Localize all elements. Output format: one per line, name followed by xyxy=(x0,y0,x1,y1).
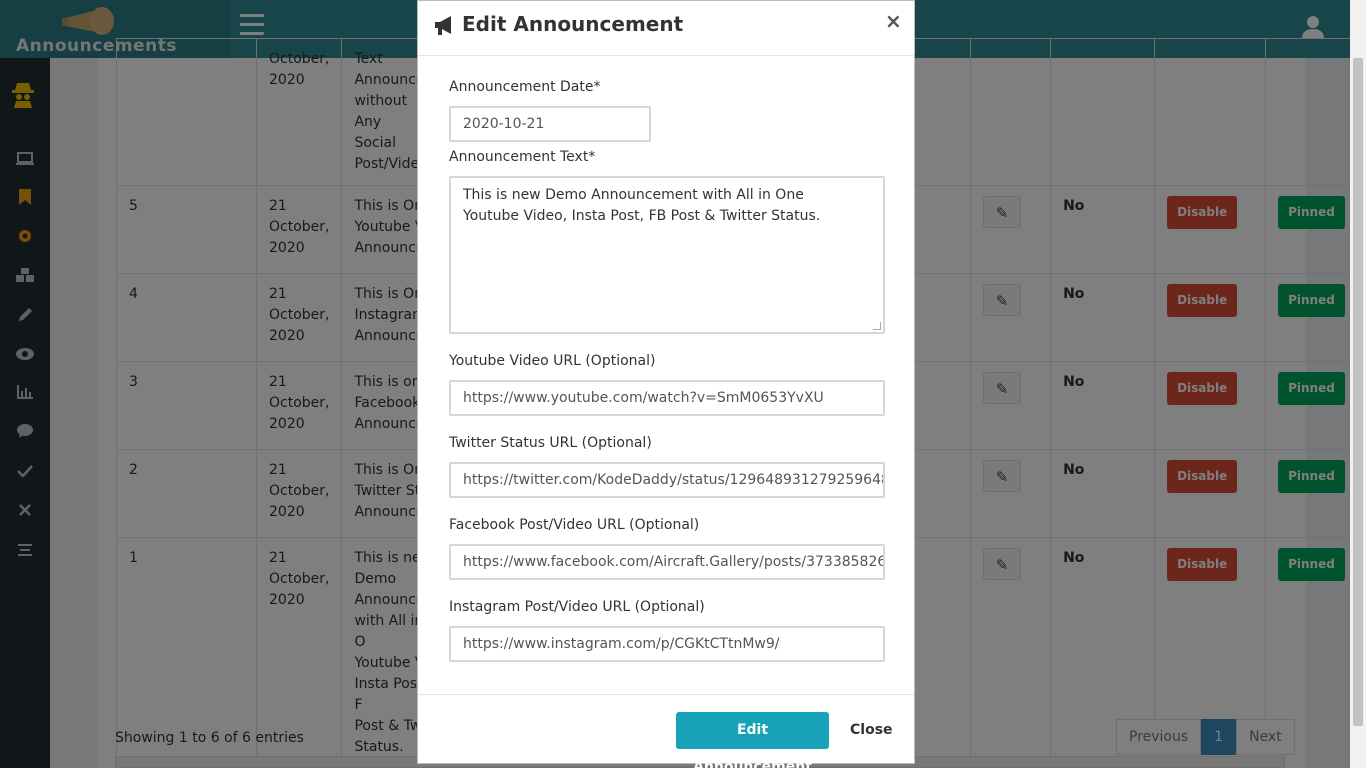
resize-grip-icon[interactable] xyxy=(873,322,881,330)
facebook-url-input[interactable]: https://www.facebook.com/Aircraft.Galler… xyxy=(449,544,885,580)
facebook-label: Facebook Post/Video URL (Optional) xyxy=(449,517,700,533)
edit-announcement-button[interactable]: Edit Announcement xyxy=(676,712,829,768)
modal-footer: Edit Announcement Close xyxy=(418,694,914,768)
text-label: Announcement Text* xyxy=(449,149,596,165)
announcement-date-input[interactable]: 2020-10-21 xyxy=(449,106,651,142)
modal-header: Edit Announcement × xyxy=(418,1,914,56)
bullhorn-icon xyxy=(435,16,451,35)
instagram-url-input[interactable]: https://www.instagram.com/p/CGKtCTtnMw9/ xyxy=(449,626,885,662)
twitter-url-input[interactable]: https://twitter.com/KodeDaddy/status/129… xyxy=(449,462,885,498)
vertical-scrollbar[interactable] xyxy=(1350,0,1366,768)
youtube-label: Youtube Video URL (Optional) xyxy=(449,353,656,369)
date-label: Announcement Date* xyxy=(449,79,601,95)
close-button[interactable]: Close xyxy=(850,722,893,738)
instagram-label: Instagram Post/Video URL (Optional) xyxy=(449,599,705,615)
youtube-url-input[interactable]: https://www.youtube.com/watch?v=SmM0653Y… xyxy=(449,380,885,416)
modal-title: Edit Announcement xyxy=(462,12,684,36)
twitter-label: Twitter Status URL (Optional) xyxy=(449,435,652,451)
announcement-text-textarea[interactable]: This is new Demo Announcement with All i… xyxy=(449,176,885,334)
close-icon[interactable]: × xyxy=(885,9,902,33)
edit-announcement-modal: Edit Announcement × Announcement Date* 2… xyxy=(417,0,915,768)
